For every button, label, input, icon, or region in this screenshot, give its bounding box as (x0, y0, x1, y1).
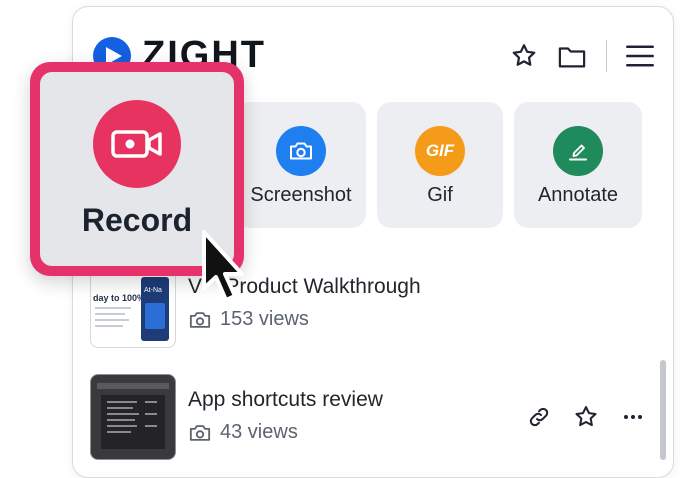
favorites-button[interactable] (508, 40, 540, 72)
record-label: Record (81, 202, 193, 238)
copy-link-button[interactable] (524, 402, 554, 432)
thumbnail-caption: day to 100% (93, 293, 146, 303)
screenshot-label: Screenshot (250, 184, 352, 206)
folder-icon (558, 47, 586, 68)
gif-icon: GIF (425, 141, 455, 160)
hamburger-menu-icon (626, 45, 654, 67)
camera-icon (189, 424, 211, 441)
favorite-item-button[interactable] (571, 402, 601, 432)
record-icon-circle (93, 100, 181, 188)
more-horizontal-icon (624, 415, 642, 419)
item-views: 43 views (188, 421, 298, 444)
item-thumbnail[interactable] (90, 374, 176, 460)
menu-button[interactable] (624, 40, 656, 72)
gif-icon-circle: GIF (415, 126, 465, 176)
screenshot-button[interactable]: Screenshot (236, 102, 366, 228)
mouse-cursor-icon (202, 230, 244, 302)
gif-button[interactable]: GIF Gif (377, 102, 503, 228)
item-views: 153 views (188, 308, 309, 331)
more-options-button[interactable] (618, 402, 648, 432)
library-folder-button[interactable] (556, 40, 588, 72)
item-title[interactable]: App shortcuts review (188, 388, 383, 412)
header-divider (606, 40, 607, 72)
camera-icon (290, 142, 312, 160)
annotate-label: Annotate (537, 184, 619, 206)
camera-icon (189, 311, 211, 328)
gif-label: Gif (427, 184, 453, 206)
annotate-icon-circle (553, 126, 603, 176)
star-icon (575, 406, 597, 427)
scrollbar[interactable] (660, 360, 666, 460)
star-icon (512, 44, 536, 66)
thumbnail-caption-2: At-Na (144, 287, 162, 294)
video-camera-icon (111, 130, 162, 158)
link-icon (529, 407, 549, 427)
pen-icon (569, 144, 587, 161)
views-count: 43 views (220, 421, 298, 443)
annotate-button[interactable]: Annotate (514, 102, 642, 228)
screenshot-icon-circle (276, 126, 326, 176)
views-count: 153 views (220, 308, 309, 330)
